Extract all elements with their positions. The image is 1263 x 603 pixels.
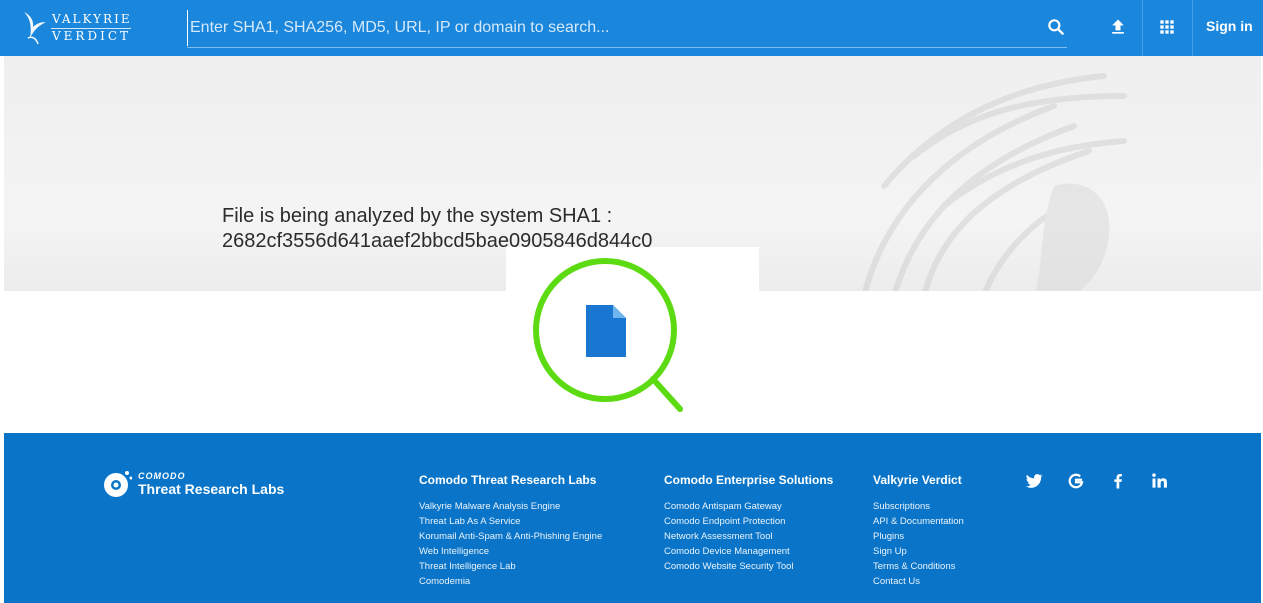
apps-grid-icon[interactable] [1157,17,1177,37]
linkedin-icon[interactable] [1150,471,1170,491]
logo-text-verdict: VERDICT [52,29,132,43]
footer-link[interactable]: Plugins [873,529,964,544]
footer-link[interactable]: Subscriptions [873,499,964,514]
google-icon[interactable] [1066,471,1086,491]
search-icon[interactable] [1046,17,1066,37]
upload-icon[interactable] [1108,17,1128,37]
footer-column-threat-research: Comodo Threat Research Labs Valkyrie Mal… [419,473,602,589]
footer-link[interactable]: Comodo Device Management [664,544,833,559]
comodo-threat-research-labs-logo[interactable]: COMODO Threat Research Labs [102,467,302,501]
search-bar [187,10,1067,48]
footer-link[interactable]: Comodemia [419,574,602,589]
threat-research-labs-logo-text: Threat Research Labs [138,481,285,497]
footer-link[interactable]: Web Intelligence [419,544,602,559]
facebook-icon[interactable] [1108,471,1128,491]
footer-column-title: Valkyrie Verdict [873,473,962,487]
sign-in-button[interactable]: Sign in [1206,18,1253,34]
header-divider [1142,0,1143,56]
header-divider [1192,0,1193,56]
footer-link[interactable]: Terms & Conditions [873,559,964,574]
analyzing-magnifier-icon [533,258,683,412]
site-footer: COMODO Threat Research Labs Comodo Threa… [4,433,1261,603]
footer-link[interactable]: Comodo Antispam Gateway [664,499,833,514]
top-navbar: VALKYRIE VERDICT Sign in [0,0,1263,56]
footer-link[interactable]: Sign Up [873,544,964,559]
footer-link[interactable]: Network Assessment Tool [664,529,833,544]
footer-column-title: Comodo Threat Research Labs [419,473,597,487]
valkyrie-background-art [862,73,1127,291]
footer-link[interactable]: Comodo Website Security Tool [664,559,833,574]
search-input[interactable] [187,10,1027,46]
footer-column-title: Comodo Enterprise Solutions [664,473,834,487]
footer-column-enterprise-solutions: Comodo Enterprise Solutions Comodo Antis… [664,473,833,574]
footer-link[interactable]: Korumail Anti-Spam & Anti-Phishing Engin… [419,529,602,544]
footer-link[interactable]: Contact Us [873,574,964,589]
comodo-logo-icon [104,471,133,497]
footer-link[interactable]: Comodo Endpoint Protection [664,514,833,529]
footer-column-valkyrie-verdict: Valkyrie Verdict Subscriptions API & Doc… [873,473,964,589]
footer-link[interactable]: Valkyrie Malware Analysis Engine [419,499,602,514]
file-icon [586,305,626,357]
logo-text-valkyrie: VALKYRIE [52,12,132,26]
footer-link[interactable]: Threat Intelligence Lab [419,559,602,574]
comodo-logo-text: COMODO [138,471,186,481]
analysis-status-line: File is being analyzed by the system SHA… [222,205,613,227]
valkyrie-wing-icon [24,12,46,45]
footer-link[interactable]: API & Documentation [873,514,964,529]
twitter-icon[interactable] [1024,471,1044,491]
footer-link[interactable]: Threat Lab As A Service [419,514,602,529]
valkyrie-verdict-logo[interactable]: VALKYRIE VERDICT [20,8,135,48]
